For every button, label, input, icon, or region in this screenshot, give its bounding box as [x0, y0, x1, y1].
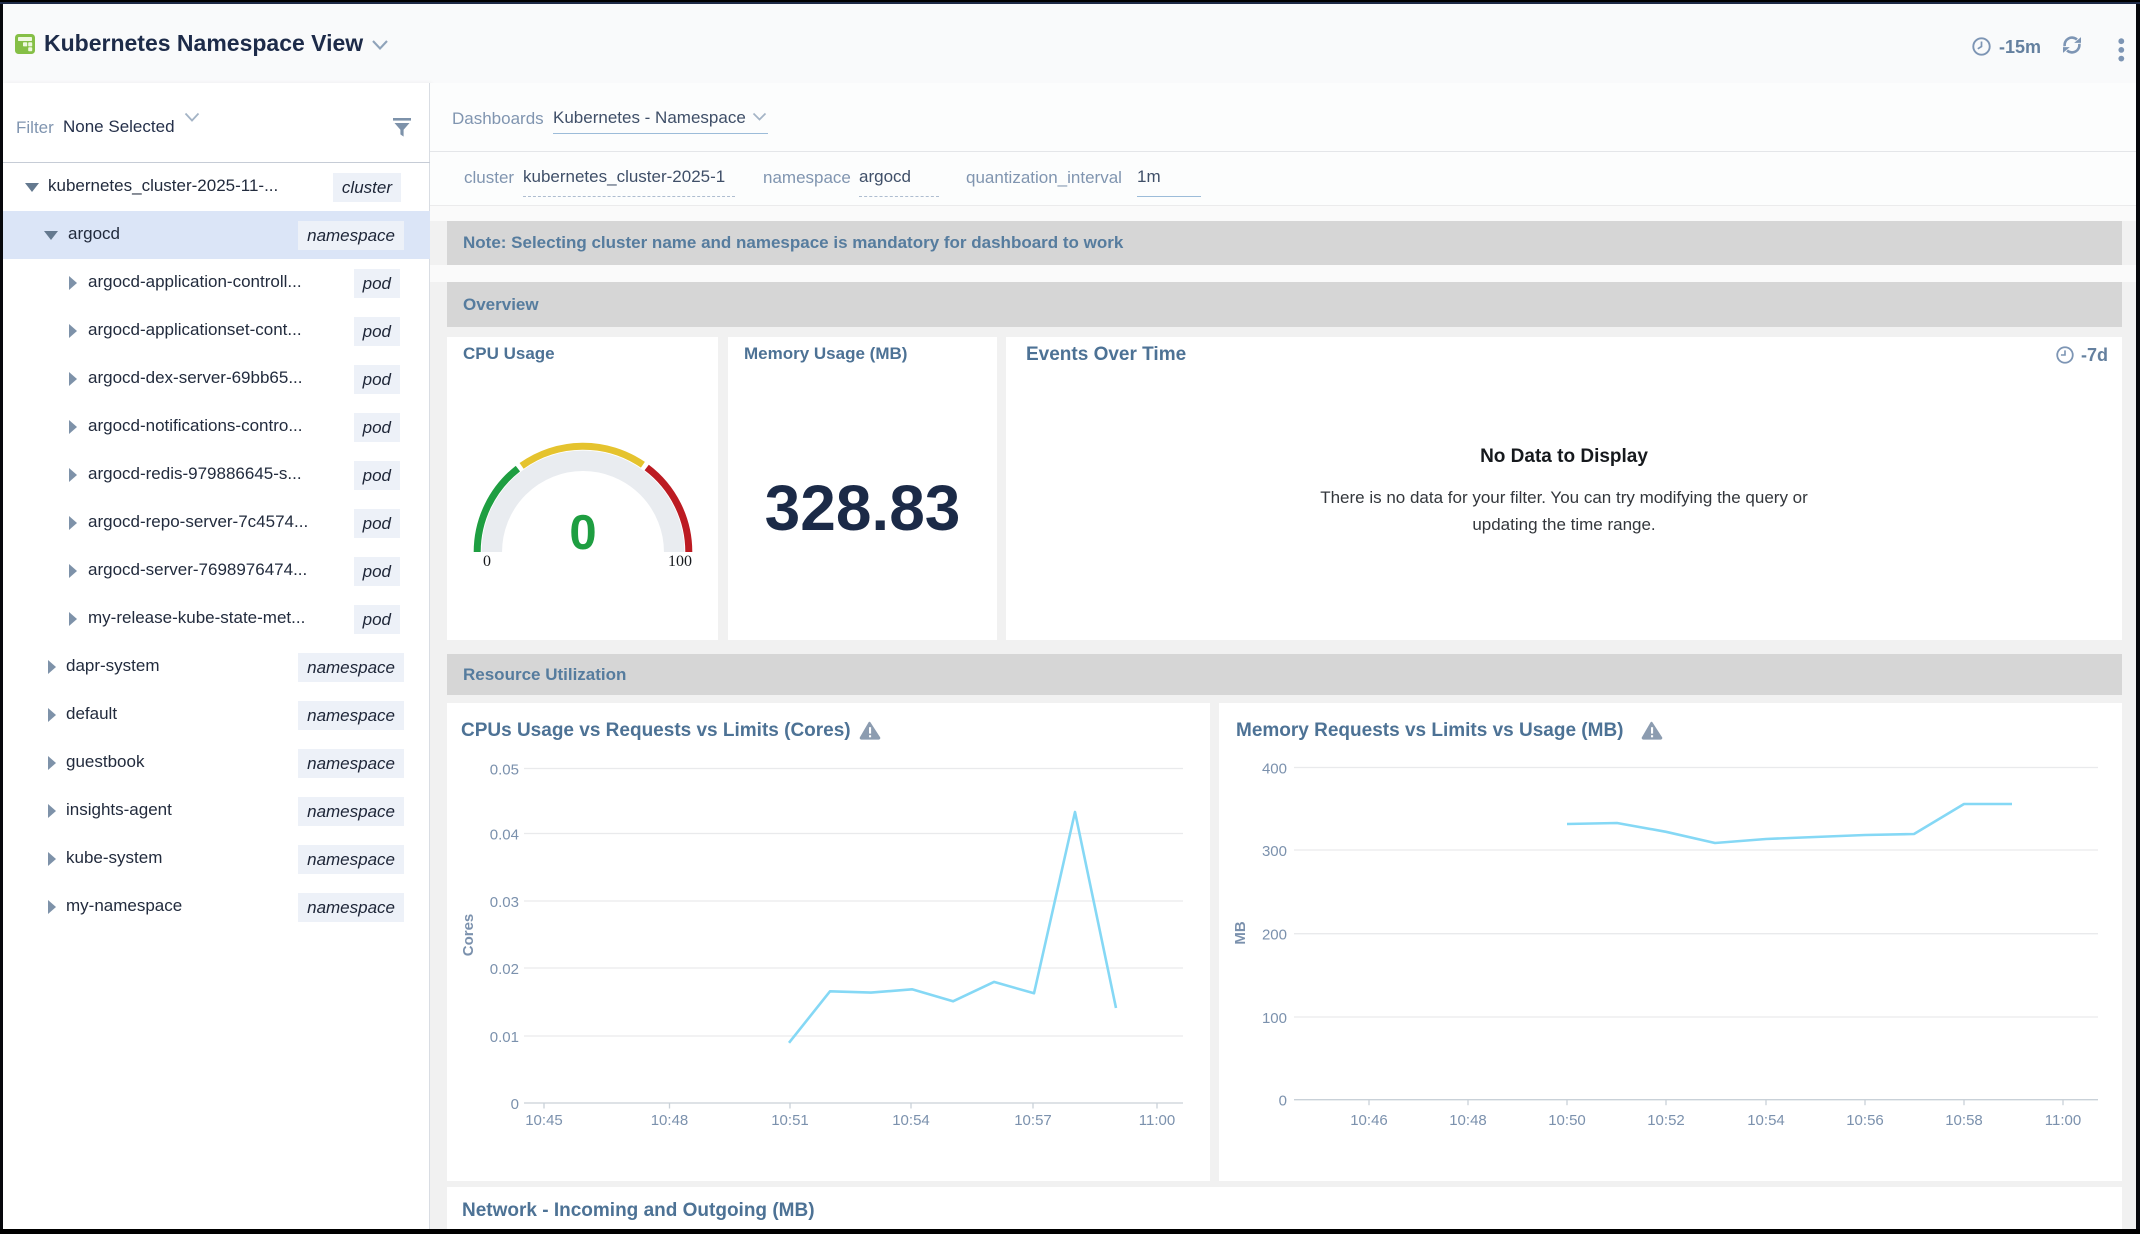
svg-text:300: 300 — [1262, 843, 1287, 860]
svg-text:0.04: 0.04 — [490, 827, 519, 844]
svg-text:0: 0 — [1279, 1093, 1287, 1110]
svg-text:10:48: 10:48 — [1449, 1112, 1487, 1129]
svg-text:0: 0 — [511, 1096, 519, 1113]
svg-text:10:45: 10:45 — [525, 1112, 563, 1129]
svg-text:MB: MB — [1232, 921, 1249, 944]
svg-text:10:46: 10:46 — [1350, 1112, 1388, 1129]
svg-text:10:56: 10:56 — [1846, 1112, 1884, 1129]
svg-text:10:57: 10:57 — [1014, 1112, 1052, 1129]
svg-text:10:54: 10:54 — [1747, 1112, 1785, 1129]
svg-text:0.02: 0.02 — [490, 961, 519, 978]
svg-text:0.05: 0.05 — [490, 762, 519, 779]
svg-text:10:54: 10:54 — [892, 1112, 930, 1129]
svg-text:Cores: Cores — [460, 914, 477, 957]
svg-text:10:50: 10:50 — [1548, 1112, 1586, 1129]
svg-text:100: 100 — [1262, 1010, 1287, 1027]
svg-text:10:58: 10:58 — [1945, 1112, 1983, 1129]
svg-text:200: 200 — [1262, 927, 1287, 944]
svg-text:10:48: 10:48 — [651, 1112, 689, 1129]
svg-text:0: 0 — [569, 506, 596, 560]
svg-text:0.03: 0.03 — [490, 894, 519, 911]
svg-text:11:00: 11:00 — [1139, 1112, 1175, 1129]
svg-text:400: 400 — [1262, 761, 1287, 778]
svg-text:100: 100 — [668, 553, 692, 570]
svg-text:0: 0 — [483, 553, 491, 570]
svg-text:10:51: 10:51 — [771, 1112, 809, 1129]
svg-text:10:52: 10:52 — [1647, 1112, 1685, 1129]
svg-text:0.01: 0.01 — [490, 1029, 519, 1046]
svg-text:11:00: 11:00 — [2045, 1112, 2081, 1129]
